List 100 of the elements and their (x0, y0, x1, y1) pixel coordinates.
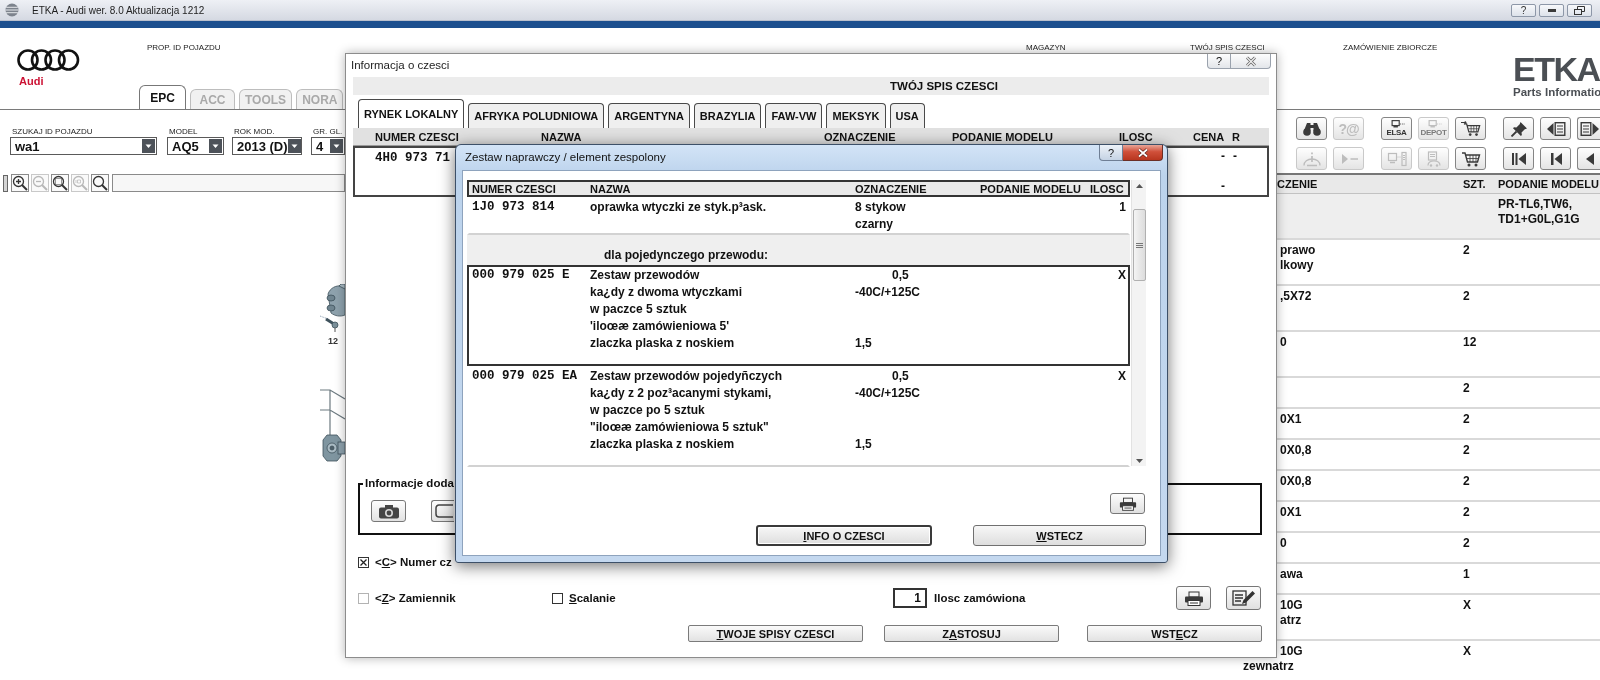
globe-icon (5, 3, 19, 17)
table-row[interactable]: 000 979 025 EA Zestaw przewodów pojedyñczych 0,5 ka¿dy z 2 poz³acanymi stykami, -40C/+125C w paczce po 5 sztuk "iloœæ zamówieniowa 5 sztuk" zlaczka plaska z noskiem 1,5 X (467, 366, 1130, 467)
dropdown[interactable]: AQ5 (167, 137, 224, 155)
help-button[interactable]: ? (1099, 145, 1123, 161)
row-text: ,5X72 (1280, 289, 1312, 304)
frame-button[interactable] (431, 500, 454, 522)
input-field[interactable] (112, 174, 345, 192)
zoom-tool-button[interactable] (51, 174, 69, 192)
section-title: TWÓJ SPIS CZESCI (890, 80, 998, 92)
part-lists-button[interactable]: TWOJE SPISY CZESCI (688, 625, 863, 642)
back-button[interactable]: WSTECZ (973, 525, 1146, 546)
quantity-text: 2 (1463, 443, 1470, 457)
zoom-area-icon (52, 175, 68, 191)
first-button[interactable] (1503, 147, 1534, 170)
quantity-text: X (1118, 368, 1126, 385)
previous-button[interactable] (1540, 147, 1571, 170)
row-text: 0 (1280, 536, 1287, 551)
checkbox-label[interactable]: Scalanie (569, 592, 616, 604)
checkbox[interactable] (358, 556, 369, 568)
quantity-text: X (1463, 644, 1471, 658)
market-tab[interactable]: ARGENTYNA (608, 103, 690, 128)
table-row[interactable]: 000 979 025 E Zestaw przewodów 0,5 ka¿dy z dwoma wtyczkami -40C/+125C w paczce 5 sztuk 'iloœæ zamówieniowa 5' zlaczka plaska z noskiem 1,5 X (467, 265, 1130, 366)
quantity-text: 2 (1463, 474, 1470, 488)
logo-subtitle: Parts Informatio (1513, 86, 1600, 98)
app-tab[interactable]: EPC (139, 85, 186, 109)
restore-icon (1574, 6, 1585, 15)
row-text: 0X1 (1280, 505, 1302, 520)
back-button[interactable]: WSTECZ (1087, 625, 1262, 642)
column-header: PODANIE MODELU (980, 182, 1081, 195)
zoom-tool-button[interactable] (11, 174, 29, 192)
market-tab[interactable]: FAW-VW (765, 103, 823, 128)
designation-text: -40C/+125C (855, 284, 921, 301)
part-number: 000 979 025 EA (472, 368, 578, 385)
product-logo: ETKA (1513, 54, 1600, 84)
quantity-text: 1 (1463, 567, 1470, 581)
row-text: 0X0,8 (1280, 443, 1312, 458)
row-text: awa (1280, 567, 1303, 582)
part-name-text: ka¿dy z dwoma wtyczkami (590, 284, 743, 301)
magnifier-icon (72, 175, 88, 191)
binoculars-button[interactable] (1296, 117, 1327, 140)
quantity-text: 2 (1463, 289, 1470, 303)
up-arrow-icon (1135, 184, 1143, 188)
market-tab[interactable]: USA (889, 103, 925, 128)
document-forward-button[interactable] (1577, 117, 1600, 140)
dialog-title: Informacja o czesci (351, 59, 450, 71)
document-forward-icon (1580, 120, 1600, 137)
quantity-text: 2 (1463, 505, 1470, 519)
print-button[interactable] (1110, 493, 1145, 514)
pin-button[interactable] (1503, 117, 1534, 140)
market-tab[interactable]: RYNEK LOKALNY (358, 99, 465, 128)
dropdown[interactable]: wa1 (10, 137, 157, 155)
print-button[interactable] (1176, 586, 1211, 610)
cart-arrow-button[interactable] (1455, 117, 1486, 140)
header-label: ZAMÓWIENIE ZBIORCZE (1343, 43, 1438, 53)
part-name-text: w paczce 5 sztuk (590, 301, 687, 318)
camera-button[interactable] (371, 500, 406, 522)
market-tab[interactable]: AFRYKA POLUDNIOWA (468, 103, 605, 128)
dialog-title: Zestaw naprawczy / element zespolony (465, 151, 666, 163)
splitter-handle[interactable] (3, 174, 8, 192)
part-name-text: Zestaw przewodów pojedyñczych (590, 368, 783, 385)
search-icon (92, 175, 108, 191)
cart-button[interactable] (1455, 147, 1486, 170)
frame-icon (435, 504, 453, 518)
edit-button[interactable] (1226, 586, 1261, 610)
dropdown[interactable]: 4 (311, 137, 345, 155)
row-text: prawo (1280, 243, 1316, 258)
part-drawing (320, 284, 345, 332)
quantity-text: X (1118, 267, 1126, 284)
checkbox-label[interactable]: <C> Numer cz (375, 556, 452, 568)
brand-name: Audi (19, 75, 44, 87)
apply-button[interactable]: ZASTOSUJ (884, 625, 1059, 642)
back-button[interactable] (1577, 147, 1600, 170)
dropdown[interactable]: 2013 (D) (232, 137, 302, 155)
column-header: NAZWA (541, 130, 582, 143)
scrollbar[interactable] (1131, 180, 1146, 466)
column-header: OZNACZENIE (855, 182, 927, 195)
row-text: zewnatrz (1243, 659, 1294, 674)
market-tab[interactable]: BRAZYLIA (693, 103, 762, 128)
quantity-label: Ilosc zamówiona (934, 592, 1026, 604)
quantity-text: 2 (1463, 243, 1470, 257)
minimize-button[interactable] (1539, 4, 1564, 17)
zoom-tool-button[interactable] (91, 174, 109, 192)
quantity-field[interactable]: 1 (893, 588, 927, 608)
model-text: TD1+G0L,G1G (1498, 212, 1580, 227)
market-tab[interactable]: MEKSYK (826, 103, 886, 128)
designation-text: 8 stykow (855, 199, 906, 216)
part-info-button[interactable]: INFO O CZESCI (756, 525, 932, 546)
column-header: CENA (1193, 130, 1225, 143)
help-button[interactable]: ? (1511, 4, 1536, 17)
scrollbar-thumb[interactable] (1132, 209, 1146, 281)
camera-icon (377, 503, 400, 519)
checkbox[interactable] (552, 592, 563, 604)
document-back-button[interactable] (1540, 117, 1571, 140)
column-header: SZT. (1463, 178, 1486, 190)
help-button[interactable]: ? (1207, 54, 1231, 69)
quantity-text: 2 (1463, 381, 1470, 395)
computer-button[interactable]: ELSA (1381, 117, 1412, 140)
restore-button[interactable] (1567, 4, 1592, 17)
close-button[interactable] (1123, 145, 1163, 161)
document-back-icon (1545, 120, 1566, 137)
